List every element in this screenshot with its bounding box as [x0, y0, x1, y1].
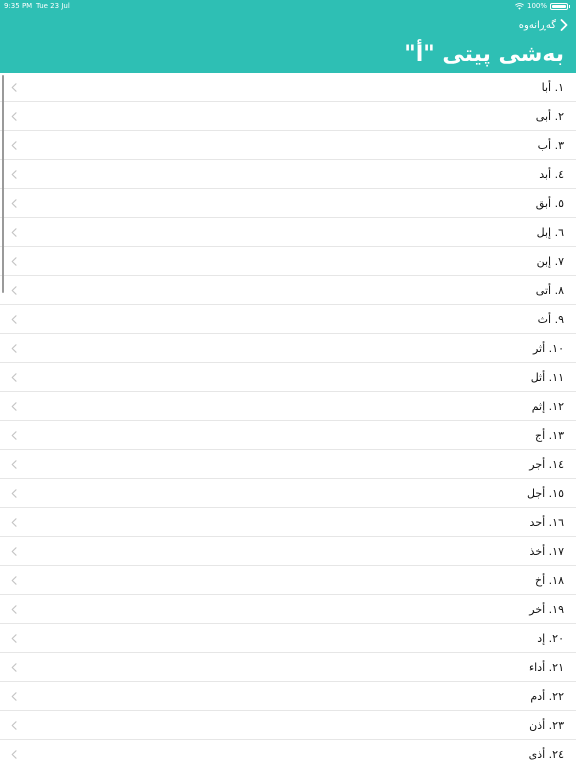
list-item[interactable]: ٤. أبد: [0, 160, 576, 189]
chevron-left-icon: [11, 692, 17, 701]
list-item-label: ١٨. أخ: [535, 574, 564, 587]
status-time: 9:35 PM: [4, 2, 33, 10]
chevron-left-icon: [11, 460, 17, 469]
page-title: بەشی پیتی "أ": [404, 42, 564, 67]
chevron-left-icon: [11, 141, 17, 150]
list-item[interactable]: ١١. أثل: [0, 363, 576, 392]
chevron-left-icon: [11, 402, 17, 411]
list-item-label: ١. أبا: [541, 81, 564, 94]
battery-tip: [569, 4, 570, 8]
chevron-left-icon: [11, 547, 17, 556]
list-item-label: ٥. أبق: [535, 197, 564, 210]
chevron-left-icon: [11, 489, 17, 498]
scroll-indicator[interactable]: [2, 75, 4, 293]
list-item[interactable]: ١٨. أخ: [0, 566, 576, 595]
chevron-left-icon: [11, 373, 17, 382]
chevron-left-icon: [11, 518, 17, 527]
chevron-left-icon: [11, 431, 17, 440]
list-item[interactable]: ٢١. أداء: [0, 653, 576, 682]
chevron-left-icon: [11, 344, 17, 353]
list-item[interactable]: ٩. أث: [0, 305, 576, 334]
chevron-left-icon: [11, 257, 17, 266]
list-item-label: ٩. أث: [537, 313, 564, 326]
list-item-label: ١٣. أج: [535, 429, 564, 442]
list-item-label: ٢١. أداء: [528, 661, 564, 674]
list-item[interactable]: ٢٣. أذن: [0, 711, 576, 740]
list-item-label: ١٠. أثر: [532, 342, 564, 355]
list-item[interactable]: ٣. أب: [0, 131, 576, 160]
list-item-label: ٢. أبى: [535, 110, 564, 123]
list-item[interactable]: ٨. أتى: [0, 276, 576, 305]
list-item[interactable]: ٢٠. إد: [0, 624, 576, 653]
battery-percent: 100%: [526, 2, 547, 10]
list-item[interactable]: ١٧. أخذ: [0, 537, 576, 566]
list-item-label: ٣. أب: [537, 139, 564, 152]
list-item-label: ٤. أبد: [539, 168, 564, 181]
list-item-label: ١٧. أخذ: [529, 545, 564, 558]
chevron-left-icon: [11, 83, 17, 92]
list-item[interactable]: ٢٤. أذى: [0, 740, 576, 768]
list-item-label: ٢٤. أذى: [528, 748, 564, 761]
letter-list[interactable]: ١. أبا ٢. أبى ٣. أب ٤. أبد ٥. أبق ٦. إبل ٧. إب…: [0, 73, 576, 768]
list-item[interactable]: ١٠. أثر: [0, 334, 576, 363]
navigation-header: 9:35 PM Tue 23 Jul 100% گەڕانەوە بەشی پی…: [0, 0, 576, 73]
list-item-label: ٢٣. أذن: [529, 719, 564, 732]
back-label: گەڕانەوە: [518, 19, 556, 31]
chevron-left-icon: [11, 663, 17, 672]
list-item[interactable]: ١٦. أحد: [0, 508, 576, 537]
list-item[interactable]: ١٢. إثم: [0, 392, 576, 421]
chevron-left-icon: [11, 112, 17, 121]
chevron-left-icon: [11, 750, 17, 759]
list-item-label: ٢٢. أدم: [530, 690, 564, 703]
list-item-label: ٦. إبل: [536, 226, 564, 239]
list-item-label: ١١. أثل: [530, 371, 564, 384]
list-item[interactable]: ١٥. أجل: [0, 479, 576, 508]
list-item[interactable]: ٢٢. أدم: [0, 682, 576, 711]
chevron-left-icon: [11, 315, 17, 324]
list-item-label: ٧. إبن: [536, 255, 564, 268]
list-item-label: ١٤. أجر: [529, 458, 564, 471]
chevron-left-icon: [11, 576, 17, 585]
status-indicators: 100%: [515, 0, 570, 12]
list-item-label: ٨. أتى: [535, 284, 564, 297]
list-item[interactable]: ١. أبا: [0, 73, 576, 102]
back-button[interactable]: گەڕانەوە: [519, 16, 568, 34]
list-item[interactable]: ١٤. أجر: [0, 450, 576, 479]
chevron-left-icon: [11, 634, 17, 643]
list-item-label: ١٢. إثم: [531, 400, 564, 413]
chevron-left-icon: [11, 605, 17, 614]
chevron-right-icon: [560, 19, 568, 31]
list-item[interactable]: ٦. إبل: [0, 218, 576, 247]
list-item[interactable]: ١٣. أج: [0, 421, 576, 450]
list-item[interactable]: ٥. أبق: [0, 189, 576, 218]
chevron-left-icon: [11, 228, 17, 237]
list-item[interactable]: ٢. أبى: [0, 102, 576, 131]
list-item-label: ١٥. أجل: [526, 487, 564, 500]
list-item-label: ١٦. أحد: [529, 516, 564, 529]
wifi-icon: [515, 2, 524, 10]
chevron-left-icon: [11, 170, 17, 179]
list-item-label: ١٩. أخر: [529, 603, 564, 616]
chevron-left-icon: [11, 199, 17, 208]
list-item[interactable]: ١٩. أخر: [0, 595, 576, 624]
status-date: Tue 23 Jul: [36, 2, 70, 10]
list-item[interactable]: ٧. إبن: [0, 247, 576, 276]
list-item-label: ٢٠. إد: [537, 632, 564, 645]
status-bar: 9:35 PM Tue 23 Jul 100%: [0, 0, 576, 12]
battery-icon: [550, 2, 568, 10]
chevron-left-icon: [11, 286, 17, 295]
chevron-left-icon: [11, 721, 17, 730]
